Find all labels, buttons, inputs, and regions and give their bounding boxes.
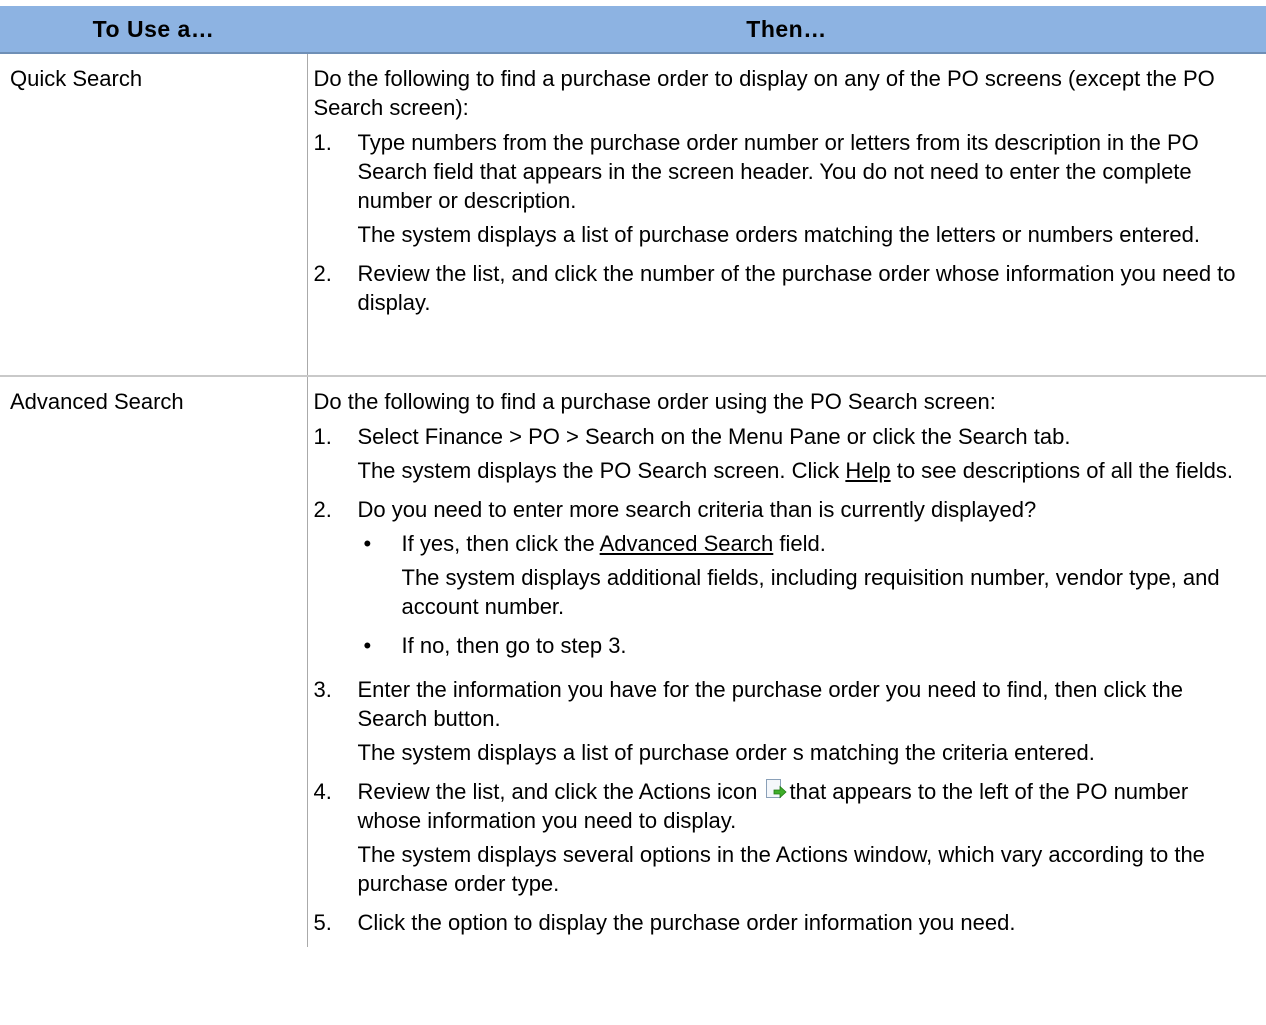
bullet-item-no: • If no, then go to step 3. (358, 631, 1255, 665)
bullet-symbol: • (363, 633, 372, 658)
advanced-step-2: 2. Do you need to enter more search crit… (314, 495, 1255, 670)
document-page: To Use a… Then… Quick Search Do the foll… (0, 0, 1266, 1025)
quick-search-label: Quick Search (10, 66, 143, 91)
step-number: 5. (313, 910, 332, 935)
help-link[interactable]: Help (845, 458, 890, 483)
bullet-note: The system displays additional fields, i… (401, 565, 1220, 619)
header-col-then: Then… (307, 6, 1266, 54)
table-row-advanced-search: Advanced Search Do the following to find… (0, 377, 1266, 947)
step-text: Review the list, and click the number of… (357, 261, 1236, 315)
row-content-cell: Do the following to find a purchase orde… (306, 53, 1266, 375)
bullet-symbol: • (363, 531, 372, 556)
advanced-step-4: 4. Review the list, and click the Action… (314, 777, 1255, 903)
bullet-text: If yes, then click the Advanced Search f… (402, 529, 1255, 558)
bullet-text: If no, then go to step 3. (401, 633, 627, 658)
step-note-text: The system displays the PO Search screen… (357, 458, 846, 483)
row-label-cell: Quick Search (0, 53, 307, 375)
advanced-step-1: 1. Select Finance > PO > Search on the M… (314, 422, 1255, 490)
step-text: Type numbers from the purchase order num… (357, 130, 1199, 213)
table-row-quick-search: Quick Search Do the following to find a … (0, 53, 1266, 375)
step-text: Click the option to display the purchase… (357, 910, 1016, 935)
step-number: 4. (313, 779, 332, 804)
step-text: Select Finance > PO > Search on the Menu… (357, 424, 1071, 449)
bullet-item-yes: • If yes, then click the Advanced Search… (358, 529, 1255, 626)
step-text: Review the list, and click the Actions i… (358, 777, 1255, 835)
row-label-cell: Advanced Search (0, 377, 307, 947)
step-text: Do you need to enter more search criteri… (357, 497, 1037, 522)
bullet-text-part: field. (773, 531, 826, 556)
step-note-text: to see descriptions of all the fields. (890, 458, 1234, 483)
advanced-search-link[interactable]: Advanced Search (600, 531, 774, 556)
row-content-cell: Do the following to find a purchase orde… (306, 377, 1266, 947)
table-header-row: To Use a… Then… (0, 6, 1266, 54)
step-number: 1. (313, 130, 332, 155)
step-number: 3. (313, 677, 332, 702)
step-note: The system displays a list of purchase o… (357, 740, 1095, 765)
step-text: Enter the information you have for the p… (357, 677, 1184, 731)
procedure-table: To Use a… Then… Quick Search Do the foll… (0, 6, 1266, 947)
step-number: 2. (313, 261, 332, 286)
advanced-step-3: 3. Enter the information you have for th… (314, 675, 1255, 772)
advanced-search-intro: Do the following to find a purchase orde… (313, 389, 996, 414)
bullet-text-part: If yes, then click the (401, 531, 600, 556)
step-text-part: Review the list, and click the Actions i… (357, 779, 758, 804)
advanced-search-label: Advanced Search (10, 389, 184, 414)
actions-icon (765, 779, 788, 801)
step-note: The system displays the PO Search screen… (358, 456, 1255, 485)
advanced-step-5: 5. Click the option to display the purch… (314, 908, 1255, 942)
step-note: The system displays several options in t… (357, 842, 1205, 896)
step-note: The system displays a list of purchase o… (357, 222, 1201, 247)
quick-step-1: 1. Type numbers from the purchase order … (314, 128, 1255, 254)
step-number: 2. (313, 497, 332, 522)
step-number: 1. (313, 424, 332, 449)
header-col-to-use: To Use a… (0, 6, 307, 54)
quick-step-2: 2. Review the list, and click the number… (314, 259, 1255, 322)
quick-search-intro: Do the following to find a purchase orde… (313, 66, 1215, 120)
